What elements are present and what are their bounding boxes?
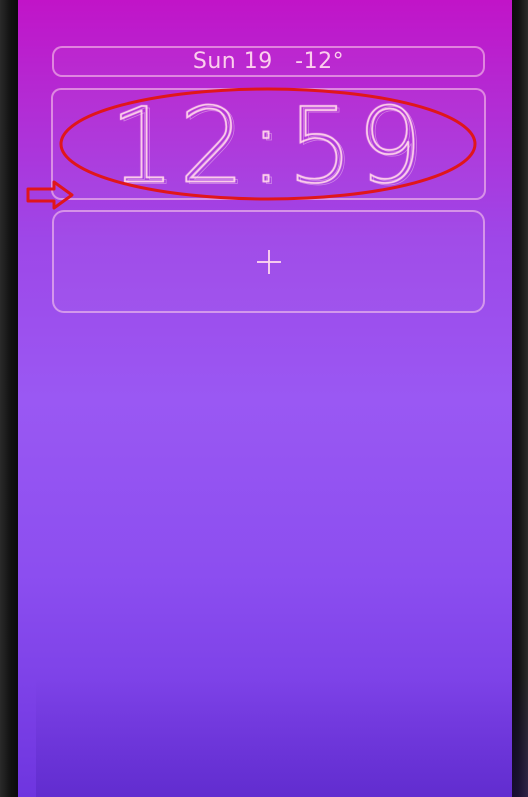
lock-screen-customization: Sun 19 -12° 12:59 12:59 (18, 0, 528, 797)
clock-digits-inner-line: 12:59 (113, 89, 430, 200)
clock-time-svg: 12:59 12:59 (109, 88, 430, 200)
left-bezel (0, 0, 18, 797)
date-weather-label: Sun 19 -12° (192, 49, 345, 74)
right-bezel (512, 0, 528, 797)
plus-icon[interactable] (256, 249, 281, 274)
clock-style-slot[interactable]: 12:59 12:59 (51, 88, 486, 200)
clock-display: 12:59 12:59 (53, 88, 484, 200)
date-weather-widget-slot[interactable]: Sun 19 -12° (52, 46, 485, 77)
add-widget-slot[interactable] (52, 210, 485, 313)
bottom-gradient (36, 677, 528, 797)
phone-device: Sun 19 -12° 12:59 12:59 (0, 0, 528, 797)
